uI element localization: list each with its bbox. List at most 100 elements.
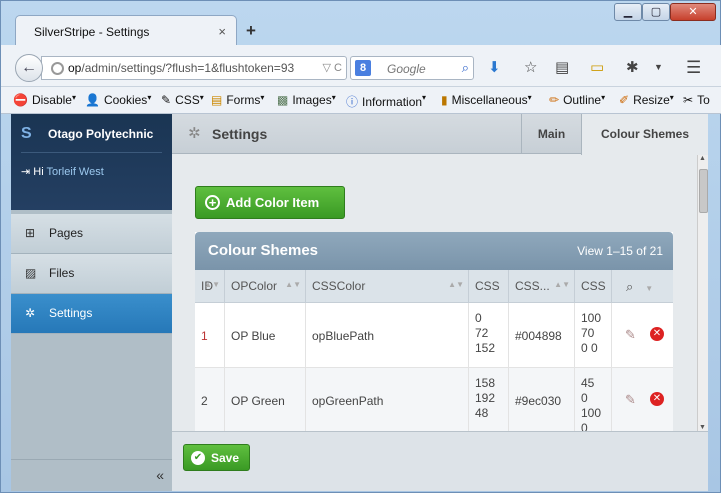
sidebar-item-label: Pages — [49, 226, 84, 240]
user-profile-link[interactable]: Torleif West — [47, 166, 104, 178]
pagination-summary: View 1–15 of 21 — [577, 244, 663, 258]
page-title: Settings — [212, 126, 268, 142]
main-content: ✲ Settings Main Colour Shemes + Add Colo… — [172, 114, 708, 491]
scroll-down-icon[interactable]: ▼ — [699, 424, 706, 431]
tab-colour-shemes[interactable]: Colour Shemes — [581, 114, 708, 155]
ruler-icon[interactable]: ▭ — [590, 58, 604, 76]
sort-icon: ▲▼ — [204, 280, 220, 289]
chevron-down-icon: ▾ — [147, 93, 152, 102]
collapse-sidebar-button[interactable]: « — [11, 459, 172, 491]
scroll-up-icon[interactable]: ▲ — [699, 155, 706, 162]
bookmarks-toolbar: ⛔ Disable▾ 👤 Cookies▾ ✎ CSS▾ ▤ Forms▾ ▩ Image… — [1, 87, 721, 114]
cmyk-value: 0 0 — [581, 341, 598, 355]
url-controls[interactable]: ▽ C — [319, 61, 342, 74]
cell-hex: #004898 — [509, 303, 575, 368]
table-row[interactable]: 2 OP Green opGreenPath 158 192 48 #9ec03… — [195, 368, 673, 432]
edit-icon[interactable]: ✎ — [625, 327, 636, 343]
minimize-button[interactable]: ▁ — [614, 3, 642, 21]
maximize-button[interactable]: ▢ — [642, 3, 670, 21]
column-label: CSS — [581, 279, 606, 293]
plus-icon: + — [205, 195, 220, 210]
table-row[interactable]: 1 OP Blue opBluePath 0 72 152 #004898 10… — [195, 303, 673, 368]
cmyk-value: 45 — [581, 376, 595, 390]
scrollbar[interactable]: ▲ ▼ — [697, 155, 708, 431]
column-label: CSS — [475, 279, 500, 293]
sidebar-item-files[interactable]: ▨ Files — [11, 254, 172, 294]
rgb-value: 152 — [475, 341, 496, 355]
chevron-down-icon: ▼ — [645, 284, 654, 293]
column-header-css-hex[interactable]: CSS... ▲▼ — [509, 270, 575, 303]
add-color-item-button[interactable]: + Add Color Item — [195, 186, 345, 219]
scrollbar-thumb[interactable] — [699, 169, 708, 213]
grid-header-row: ID ▲▼ OPColor ▲▼ CSSColor ▲▼ CSS CSS... ▲▼ C… — [195, 270, 673, 303]
search-icon[interactable]: ⌕ — [462, 60, 469, 76]
bookmark-label: Outline — [563, 93, 602, 107]
bookmark-label: Miscellaneous — [451, 93, 528, 107]
colour-shemes-grid: Colour Shemes View 1–15 of 21 ID ▲▼ OPCol… — [195, 232, 673, 432]
forms-icon: ▤ — [211, 93, 223, 107]
column-header-id[interactable]: ID ▲▼ — [195, 270, 225, 303]
cmyk-value: 70 — [581, 326, 595, 340]
sidebar-item-pages[interactable]: ⊞ Pages — [11, 214, 172, 254]
addon-icon[interactable]: ✱ — [626, 58, 639, 76]
css-icon: ✎ — [161, 93, 172, 107]
column-header-css-rgb[interactable]: CSS — [469, 270, 509, 303]
bookmark-tools[interactable]: ✂ To — [683, 93, 710, 107]
column-header-opcolor[interactable]: OPColor ▲▼ — [225, 270, 306, 303]
bookmark-images[interactable]: ▩ Images▾ — [277, 93, 336, 107]
delete-icon[interactable]: ✕ — [650, 327, 664, 341]
sort-icon: ▲▼ — [554, 280, 570, 289]
cell-cmyk: 45 0 100 0 — [575, 368, 612, 432]
bookmark-cookies[interactable]: 👤 Cookies▾ — [85, 93, 151, 107]
chevron-down-icon[interactable]: ▼ — [654, 62, 663, 72]
org-name[interactable]: Otago Polytechnic — [48, 127, 153, 141]
url-bar[interactable]: op/admin/settings/?flush=1&flushtoken=93… — [41, 56, 347, 80]
browser-tab[interactable]: SilverStripe - Settings × — [15, 15, 237, 49]
sidebar-item-label: Files — [49, 266, 75, 280]
rgb-value: 48 — [475, 406, 489, 420]
reading-list-icon[interactable]: ▤ — [555, 58, 569, 76]
search-box[interactable]: 8 Google ⌕ — [350, 56, 474, 80]
column-label: CSS... — [515, 279, 550, 293]
cmyk-value: 0 — [581, 391, 588, 405]
actions-footer: ✔ Save — [172, 431, 708, 491]
menu-icon[interactable]: ☰ — [686, 58, 701, 78]
bookmark-resize[interactable]: ✐ Resize▾ — [619, 93, 674, 107]
cmyk-value: 100 — [581, 311, 602, 325]
edit-icon[interactable]: ✎ — [625, 392, 636, 408]
sidebar-item-settings[interactable]: ✲ Settings — [11, 294, 172, 334]
navigation-bar: op/admin/settings/?flush=1&flushtoken=93… — [1, 45, 721, 87]
column-header-css-cmyk[interactable]: CSS — [575, 270, 612, 303]
close-tab-icon[interactable]: × — [218, 24, 226, 39]
bookmark-forms[interactable]: ▤ Forms▾ — [211, 93, 264, 107]
cell-opcolor: OP Blue — [225, 303, 306, 368]
download-icon[interactable]: ⬇ — [488, 58, 501, 76]
close-window-button[interactable]: ✕ — [670, 3, 716, 21]
cmyk-value: 100 — [581, 406, 602, 420]
bookmark-information[interactable]: ⓘ Information▾ — [346, 93, 426, 110]
cell-id: 2 — [195, 368, 225, 432]
filter-toggle[interactable]: ⌕ ▼ — [612, 270, 673, 303]
column-header-csscolor[interactable]: CSSColor ▲▼ — [306, 270, 469, 303]
images-icon: ▩ — [277, 93, 289, 107]
save-button[interactable]: ✔ Save — [183, 444, 250, 471]
globe-icon — [51, 62, 64, 75]
silverstripe-logo-icon[interactable]: S — [21, 125, 39, 143]
back-button[interactable]: ← — [15, 54, 43, 82]
bookmark-label: Disable — [31, 93, 72, 107]
delete-icon[interactable]: ✕ — [650, 392, 664, 406]
tab-strip: SilverStripe - Settings × + ▁ ▢ ✕ — [1, 1, 721, 49]
new-tab-button[interactable]: + — [246, 21, 256, 41]
bookmark-css[interactable]: ✎ CSS▾ — [161, 93, 204, 107]
search-icon: ⌕ — [626, 279, 634, 294]
greeting-text: Hi — [33, 166, 44, 178]
tab-main[interactable]: Main — [521, 114, 581, 154]
grid-title: Colour Shemes — [208, 242, 319, 259]
bookmark-outline[interactable]: ✏ Outline▾ — [549, 93, 605, 107]
url-domain: op — [68, 61, 82, 75]
search-engine-icon[interactable]: 8 — [355, 60, 371, 76]
bookmark-disable[interactable]: ⛔ Disable▾ — [13, 93, 76, 107]
files-icon: ▨ — [25, 266, 37, 280]
star-icon[interactable]: ☆ — [524, 58, 537, 76]
bookmark-miscellaneous[interactable]: ▮ Miscellaneous▾ — [441, 93, 532, 107]
